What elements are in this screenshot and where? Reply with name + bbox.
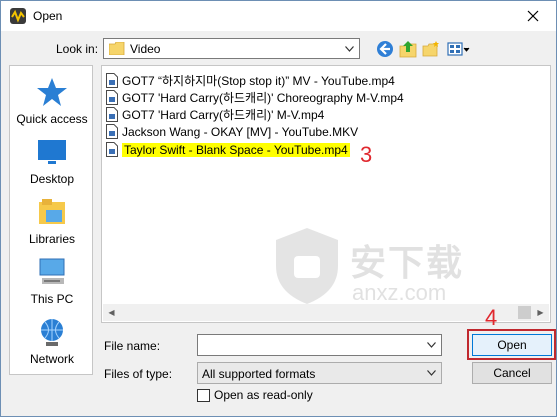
app-icon xyxy=(10,8,26,24)
file-type-select[interactable]: All supported formats xyxy=(197,362,442,384)
file-name: GOT7 'Hard Carry(하드캐리)' Choreography M-V… xyxy=(122,91,404,105)
open-dialog: Open Look in: Video Quick access Desktop… xyxy=(0,0,557,417)
open-button-label: Open xyxy=(497,338,527,352)
file-name: Jackson Wang - OKAY [MV] - YouTube.MKV xyxy=(122,124,359,139)
folder-icon xyxy=(109,42,125,55)
file-icon xyxy=(106,142,118,157)
close-icon xyxy=(527,10,539,22)
place-libraries[interactable]: Libraries xyxy=(10,196,94,256)
file-item[interactable]: Jackson Wang - OKAY [MV] - YouTube.MKV xyxy=(106,123,358,140)
place-label: Network xyxy=(29,352,74,366)
read-only-checkbox[interactable] xyxy=(197,389,210,402)
back-icon[interactable] xyxy=(376,40,394,58)
file-name: GOT7 “하지하지마(Stop stop it)” MV - YouTube.… xyxy=(122,74,395,88)
place-network[interactable]: Network xyxy=(10,316,94,376)
new-folder-icon[interactable] xyxy=(422,40,440,58)
file-item[interactable]: GOT7 “하지하지마(Stop stop it)” MV - YouTube.… xyxy=(106,72,395,89)
file-icon xyxy=(106,90,118,105)
step-4-annotation: 4 xyxy=(485,305,498,330)
step-3-annotation: 3 xyxy=(360,142,373,167)
scroll-left-icon[interactable]: ◀ xyxy=(103,304,120,321)
file-icon xyxy=(106,107,118,122)
watermark-text: 安下载 xyxy=(350,242,465,283)
file-name-input[interactable] xyxy=(197,334,442,356)
libraries-icon xyxy=(39,199,65,224)
file-type-label: Files of type: xyxy=(104,367,173,381)
file-name-label: File name: xyxy=(104,339,161,353)
file-name: Taylor Swift - Blank Space - YouTube.mp4 xyxy=(122,142,350,157)
place-label: Libraries xyxy=(28,232,76,246)
chevron-down-icon[interactable] xyxy=(341,40,357,57)
up-folder-icon[interactable] xyxy=(399,40,417,58)
file-icon xyxy=(106,124,118,139)
place-quick-access[interactable]: Quick access xyxy=(10,76,94,136)
look-in-value: Video xyxy=(130,42,161,56)
cancel-button-label: Cancel xyxy=(493,366,531,380)
file-item-selected[interactable]: Taylor Swift - Blank Space - YouTube.mp4 xyxy=(106,141,350,158)
place-label: Quick access xyxy=(16,112,88,126)
scroll-right-icon[interactable]: ▶ xyxy=(532,304,549,321)
watermark-shield-icon xyxy=(276,228,338,304)
file-item[interactable]: GOT7 'Hard Carry(하드캐리)' M-V.mp4 xyxy=(106,106,324,123)
chevron-down-icon[interactable] xyxy=(423,336,439,353)
star-icon xyxy=(37,78,67,106)
window-title: Open xyxy=(33,9,63,23)
computer-icon xyxy=(39,258,65,284)
file-name: GOT7 'Hard Carry(하드캐리)' M-V.mp4 xyxy=(122,108,325,122)
close-button[interactable] xyxy=(510,1,556,31)
look-in-dropdown[interactable]: Video xyxy=(103,38,360,59)
open-button[interactable]: Open xyxy=(472,334,552,356)
file-icon xyxy=(106,73,118,88)
place-label: Desktop xyxy=(29,172,75,186)
network-icon xyxy=(41,319,63,346)
desktop-icon xyxy=(38,140,66,164)
place-this-pc[interactable]: This PC xyxy=(10,256,94,316)
cancel-button[interactable]: Cancel xyxy=(472,362,552,384)
look-in-label: Look in: xyxy=(56,42,99,56)
file-item[interactable]: GOT7 'Hard Carry(하드캐리)' Choreography M-V… xyxy=(106,89,404,106)
chevron-down-icon[interactable] xyxy=(423,364,439,381)
places-bar: Quick access Desktop Libraries This PC N… xyxy=(9,65,93,375)
read-only-label: Open as read-only xyxy=(214,388,313,402)
file-type-value: All supported formats xyxy=(202,367,316,381)
view-menu-icon[interactable] xyxy=(447,40,471,58)
scroll-thumb[interactable] xyxy=(518,306,531,319)
watermark: 安下载 anxz.com xyxy=(272,226,522,316)
title-bar: Open xyxy=(1,1,556,31)
place-label: This PC xyxy=(30,292,74,306)
watermark-domain: anxz.com xyxy=(352,280,447,305)
place-desktop[interactable]: Desktop xyxy=(10,136,94,196)
file-list[interactable]: GOT7 “하지하지마(Stop stop it)” MV - YouTube.… xyxy=(101,65,551,323)
horizontal-scrollbar[interactable]: ◀ ▶ xyxy=(103,304,549,321)
